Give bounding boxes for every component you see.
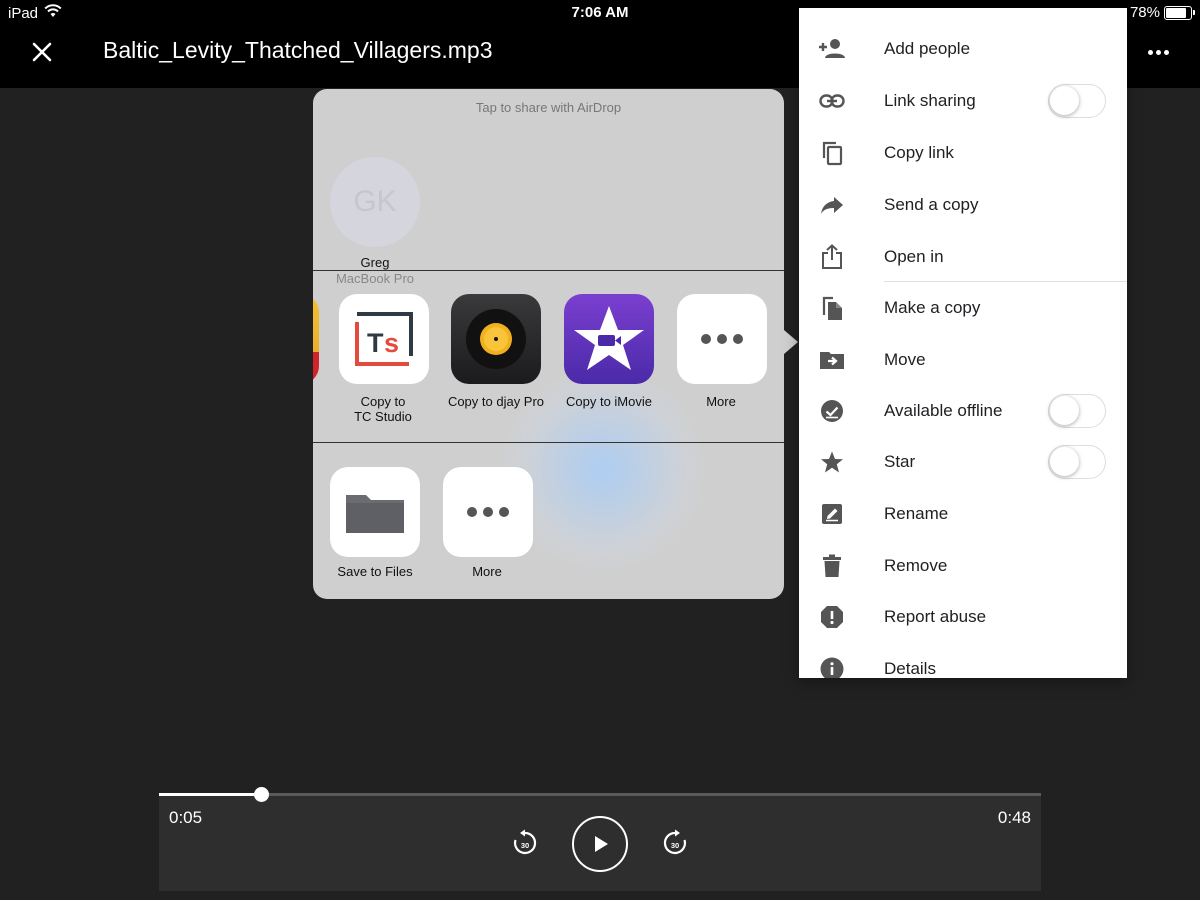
menu-label: Copy link [884, 143, 954, 162]
more-icon [443, 467, 533, 557]
menu-item-make-copy[interactable]: Make a copy [799, 282, 1127, 334]
menu-label: Rename [884, 504, 949, 523]
imovie-icon [564, 294, 654, 384]
file-title: Baltic_Levity_Thatched_Villagers.mp3 [103, 37, 493, 63]
djay-pro-icon [451, 294, 541, 384]
close-icon [32, 42, 52, 62]
menu-label: Make a copy [884, 298, 981, 317]
rewind-30-button[interactable]: 30 [511, 829, 539, 857]
menu-item-send-copy[interactable]: Send a copy [799, 179, 1127, 231]
action-label: More [472, 564, 502, 579]
available-offline-toggle[interactable] [1048, 394, 1106, 428]
airdrop-name: Greg [360, 255, 390, 270]
menu-label: Add people [884, 39, 971, 58]
svg-text:s: s [384, 328, 399, 358]
star-icon [818, 448, 846, 476]
menu-item-remove[interactable]: Remove [799, 540, 1127, 592]
menu-label: Remove [884, 556, 948, 575]
menu-label: Available offline [884, 401, 1003, 420]
play-icon [595, 836, 608, 852]
report-icon [818, 603, 846, 631]
progress-track[interactable] [159, 793, 1041, 796]
copy-icon [818, 139, 846, 167]
airdrop-hint: Tap to share with AirDrop [475, 100, 622, 115]
menu-item-add-people[interactable]: Add people [799, 23, 1127, 75]
menu-label: Report abuse [884, 607, 987, 626]
audio-player: 0:05 0:48 30 30 [159, 787, 1041, 891]
action-label: Save to Files [337, 564, 413, 579]
app-label: Copy to djay Pro [447, 394, 545, 409]
file-options-menu: Add people Link sharing Copy link Send a… [799, 8, 1127, 678]
airdrop-device: MacBook Pro [335, 271, 415, 286]
progress-fill [159, 793, 262, 796]
link-sharing-toggle[interactable] [1048, 84, 1106, 118]
star-toggle[interactable] [1048, 445, 1106, 479]
app-label: More [706, 394, 736, 409]
menu-item-rename[interactable]: Rename [799, 488, 1127, 540]
divider [313, 442, 784, 443]
info-icon [818, 655, 846, 678]
play-button[interactable] [572, 816, 628, 872]
open-in-icon [818, 243, 846, 271]
avatar: GK [330, 157, 420, 247]
svg-text:30: 30 [521, 841, 529, 850]
offline-check-icon [818, 397, 846, 425]
more-icon [677, 294, 767, 384]
battery-percent: 78% [1129, 4, 1160, 21]
divider [313, 270, 784, 271]
menu-item-available-offline[interactable]: Available offline [799, 385, 1127, 437]
svg-text:T: T [367, 328, 384, 358]
menu-item-open-in[interactable]: Open in [799, 231, 1127, 283]
move-folder-icon [818, 346, 846, 374]
svg-text:30: 30 [671, 841, 679, 850]
menu-label: Link sharing [884, 91, 976, 110]
status-right: 78% [1129, 4, 1195, 21]
battery-icon [1164, 5, 1195, 20]
folder-icon [330, 467, 420, 557]
menu-label: Move [884, 350, 926, 369]
forward-icon: 30 [663, 829, 687, 855]
file-copy-icon [818, 294, 846, 322]
total-time: 0:48 [997, 808, 1031, 827]
menu-label: Open in [884, 247, 944, 266]
app-icon-partial[interactable] [313, 294, 319, 384]
rename-icon [818, 500, 846, 528]
airdrop-target[interactable]: GK Greg MacBook Pro [313, 119, 437, 286]
trash-icon [818, 552, 846, 580]
popover-arrow [784, 330, 798, 354]
app-label: Copy to iMovie [566, 394, 652, 409]
menu-item-star[interactable]: Star [799, 436, 1127, 488]
add-person-icon [818, 35, 846, 63]
close-button[interactable] [26, 36, 58, 68]
current-time: 0:05 [169, 808, 203, 827]
menu-label: Details [884, 659, 936, 678]
menu-label: Send a copy [884, 195, 979, 214]
app-label: Copy to TC Studio [354, 394, 412, 424]
forward-30-button[interactable]: 30 [661, 829, 689, 857]
menu-label: Star [884, 452, 916, 471]
more-options-button[interactable] [1140, 38, 1176, 66]
progress-thumb[interactable] [254, 787, 270, 802]
share-sheet: Tap to share with AirDrop GK Greg MacBoo… [313, 89, 784, 599]
menu-item-details[interactable]: Details [799, 643, 1127, 678]
link-icon [818, 87, 846, 115]
menu-item-link-sharing[interactable]: Link sharing [799, 75, 1127, 127]
share-arrow-icon [818, 191, 846, 219]
more-horizontal-icon [1147, 49, 1153, 55]
rewind-icon: 30 [513, 829, 537, 855]
menu-item-report-abuse[interactable]: Report abuse [799, 591, 1127, 643]
tc-studio-icon: Ts [339, 294, 429, 384]
menu-item-copy-link[interactable]: Copy link [799, 127, 1127, 179]
menu-item-move[interactable]: Move [799, 334, 1127, 386]
